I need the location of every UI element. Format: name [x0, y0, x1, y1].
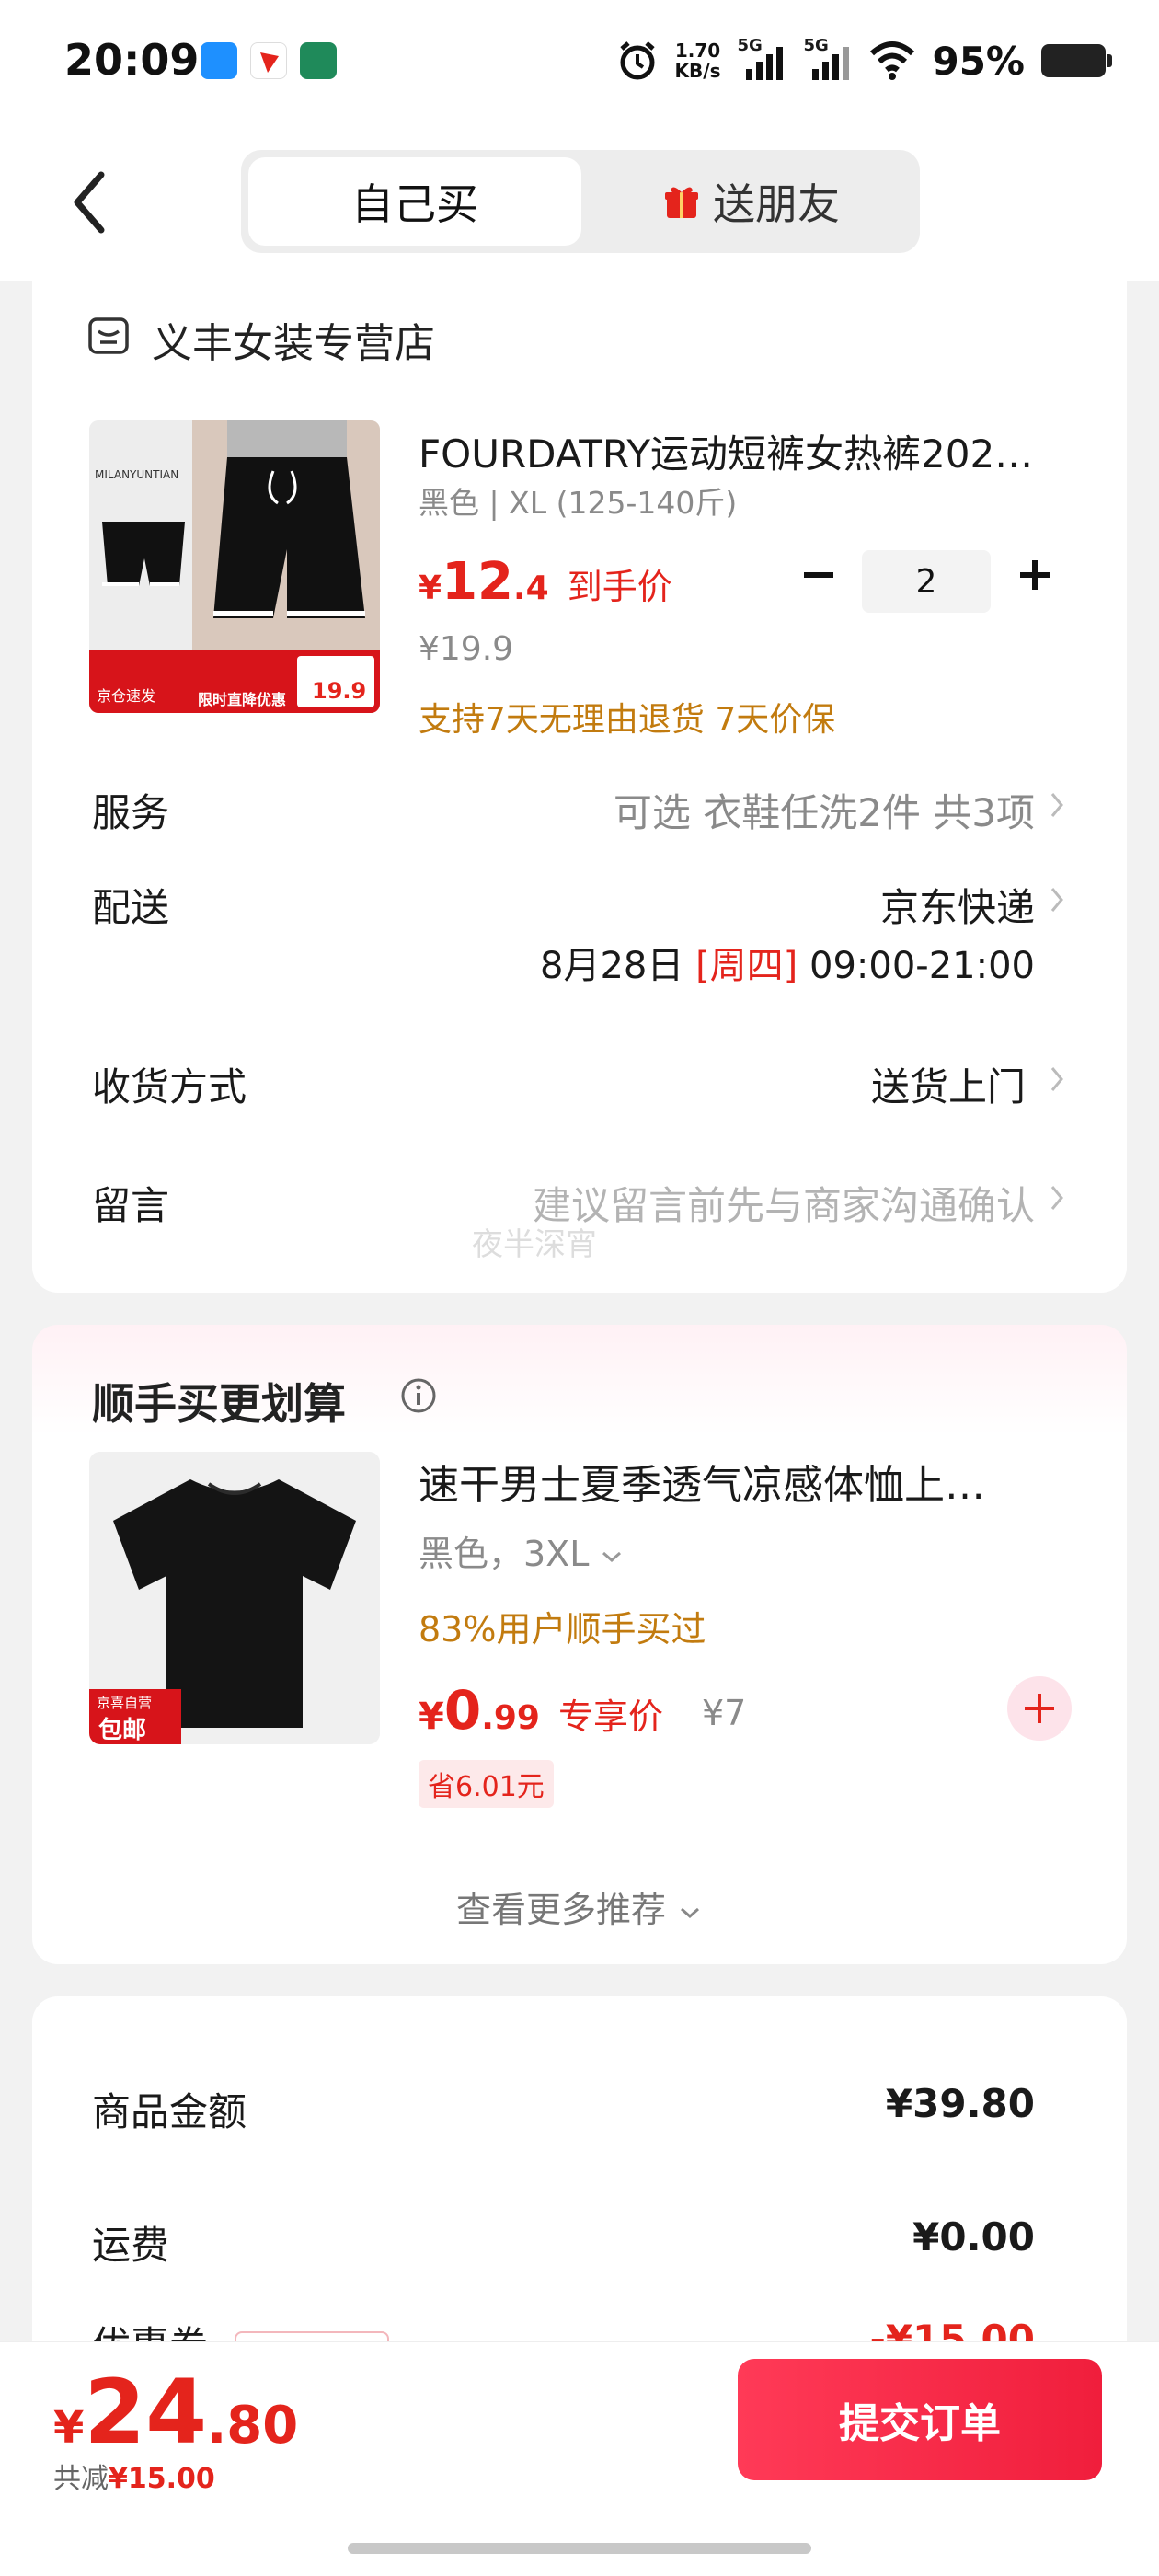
order-item-card: 义丰女装专营店 MILANYUNTIAN 京仓速发 限时直降优惠 19.9 FO… [32, 281, 1127, 1293]
recommendation-badge-line2: 包邮 [98, 1717, 147, 1744]
recommendation-price: ¥ 0 .99 专享价 [419, 1679, 663, 1742]
product-original-price: ¥19.9 [419, 630, 514, 668]
purchase-mode-switch: 自己买 送朋友 [241, 150, 920, 253]
recommendation-purchase-rate: 83%用户顺手买过 [419, 1609, 706, 1650]
total-price: ¥ 24 .80 [53, 2361, 299, 2464]
battery-icon [1041, 44, 1112, 77]
shipping-fee-label: 运费 [92, 2223, 170, 2268]
recommendation-item-title[interactable]: 速干男士夏季透气凉感体恤上… [419, 1452, 1099, 1511]
delivery-date[interactable]: 8月28日 [周四] 09:00-21:00 [540, 936, 1035, 989]
shop-name[interactable]: 义丰女装专营店 [152, 310, 435, 369]
receive-method-value[interactable]: 送货上门 [871, 1056, 1026, 1112]
delivery-label: 配送 [92, 885, 170, 930]
battery-percent: 95% [932, 38, 1025, 84]
total-discount[interactable]: 共减¥15.00 [53, 2455, 215, 2496]
net-speed: 1.70 KB/s [674, 40, 721, 82]
wifi-icon [870, 41, 915, 80]
back-icon[interactable] [64, 166, 120, 239]
product-support-policy: 支持7天无理由退货 7天价保 [419, 701, 836, 739]
minus-icon [804, 572, 833, 578]
status-right-group: 1.70 KB/s 5G 5G 95% [616, 33, 1112, 88]
shop-icon [88, 317, 129, 354]
shipping-fee-value: ¥0.00 [912, 2214, 1035, 2260]
notification-app-icon [201, 42, 237, 79]
tab-send-to-friend[interactable]: 送朋友 [591, 157, 912, 246]
plus-icon [1025, 1694, 1054, 1723]
gift-icon [665, 187, 698, 218]
service-value[interactable]: 可选 衣鞋任洗2件 共3项 [614, 782, 1035, 838]
message-ghost-text: 夜半深宵 [472, 1226, 597, 1263]
tab-buy-for-self[interactable]: 自己买 [248, 157, 581, 246]
recommendation-badge-line1: 京喜自营 [97, 1695, 153, 1711]
product-title[interactable]: FOURDATRY运动短裤女热裤202… [419, 423, 1099, 479]
delivery-value[interactable]: 京东快递 [880, 877, 1035, 933]
submit-order-button[interactable]: 提交订单 [738, 2359, 1102, 2480]
chevron-right-icon[interactable] [1047, 1179, 1067, 1216]
tab-send-to-friend-label: 送朋友 [713, 179, 840, 229]
status-bar: 20:09 1.70 KB/s 5G 5G 95% [0, 0, 1159, 129]
home-indicator[interactable] [348, 2543, 811, 2554]
service-label: 服务 [92, 790, 170, 835]
info-icon[interactable] [400, 1377, 437, 1414]
message-label: 留言 [92, 1183, 170, 1228]
signal-icon: 5G [803, 36, 853, 82]
product-image-badge: 京仓速发 [97, 687, 156, 705]
notification-app-icon [300, 42, 337, 79]
chevron-down-icon [681, 1907, 700, 1919]
recommendation-original-price: ¥7 [702, 1693, 747, 1733]
quantity-increase-button[interactable] [1007, 547, 1062, 603]
view-more-recommendations[interactable]: 查看更多推荐 [32, 1881, 1127, 1932]
receive-method-label: 收货方式 [92, 1064, 247, 1110]
product-image-price: 19.9 [312, 678, 367, 704]
quantity-decrease-button[interactable] [791, 547, 846, 603]
plus-icon [1020, 560, 1050, 590]
message-input[interactable]: 建议留言前先与商家沟通确认 [533, 1175, 1035, 1231]
notification-app-icon [250, 42, 287, 79]
product-spec[interactable]: 黑色 | XL (125-140斤) [419, 478, 737, 523]
chevron-down-icon [602, 1551, 622, 1563]
page-header: 自己买 送朋友 [0, 129, 1159, 281]
goods-amount-value: ¥39.80 [885, 2081, 1035, 2126]
chevron-right-icon[interactable] [1047, 1061, 1067, 1098]
quantity-input[interactable]: 2 [862, 550, 991, 613]
product-image-brand: MILANYUNTIAN [95, 468, 179, 481]
checkout-bar: ¥ 24 .80 共减¥15.00 提交订单 [0, 2341, 1159, 2576]
status-time: 20:09 [64, 35, 200, 85]
goods-amount-label: 商品金额 [92, 2089, 247, 2134]
recommendation-title: 顺手买更划算 [92, 1379, 346, 1429]
recommendation-save-badge: 省6.01元 [419, 1760, 554, 1808]
alarm-icon [619, 41, 655, 80]
recommendation-item-spec[interactable]: 黑色，3XL [419, 1525, 624, 1576]
add-recommendation-button[interactable] [1007, 1676, 1072, 1741]
product-image[interactable]: MILANYUNTIAN 京仓速发 限时直降优惠 19.9 [89, 420, 380, 713]
recommendation-image[interactable]: 京喜自营 包邮 [89, 1452, 380, 1744]
product-image-promo: 限时直降优惠 [198, 691, 287, 708]
product-price: ¥ 12 .4 到手价 [419, 552, 672, 612]
signal-icon: 5G [737, 36, 786, 82]
recommendation-card: 顺手买更划算 京喜自营 包邮 速干男士夏季透气凉感体恤上… 黑色，3XL 83%… [32, 1325, 1127, 1964]
chevron-right-icon[interactable] [1047, 787, 1067, 823]
chevron-right-icon[interactable] [1047, 881, 1067, 918]
